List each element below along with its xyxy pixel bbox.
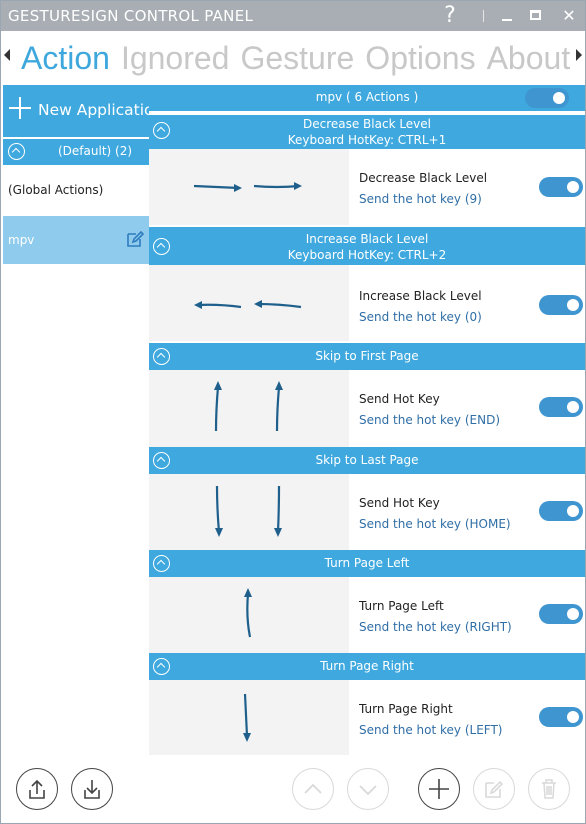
gesture-preview <box>149 680 349 755</box>
title-bar-divider <box>483 10 484 22</box>
gesture-preview <box>149 474 349 550</box>
action-enabled-toggle[interactable] <box>539 177 583 197</box>
edit-icon <box>485 780 504 798</box>
action-title: Decrease Black Level <box>302 117 432 131</box>
title-bar[interactable]: GESTURESIGN CONTROL PANEL ? ✕ <box>1 1 585 31</box>
action-enabled-toggle[interactable] <box>539 397 583 417</box>
action-hotkey: Keyboard HotKey: CTRL+1 <box>287 133 447 147</box>
collapse-icon[interactable] <box>8 143 25 160</box>
application-enabled-toggle[interactable] <box>525 88 569 108</box>
plus-icon <box>9 97 31 119</box>
action-row[interactable]: Turn Page Left Send the hot key (RIGHT) <box>149 577 585 653</box>
gesture-preview <box>149 370 349 447</box>
chevron-down-icon <box>359 785 377 796</box>
tab-ignored[interactable]: Ignored <box>121 38 230 78</box>
gesture-preview <box>149 265 349 341</box>
help-button[interactable]: ? <box>437 1 463 31</box>
action-enabled-toggle[interactable] <box>539 501 583 521</box>
tab-gesture[interactable]: Gesture <box>240 38 354 78</box>
app-item-mpv[interactable]: mpv <box>3 216 149 264</box>
action-header-turn-page-left[interactable]: Turn Page Left <box>149 550 585 577</box>
upload-icon <box>29 779 45 799</box>
move-down-button[interactable] <box>347 768 389 810</box>
application-header: mpv ( 6 Actions ) <box>149 85 585 111</box>
action-enabled-toggle[interactable] <box>539 707 583 727</box>
chevron-up-icon <box>304 783 322 794</box>
maximize-button[interactable] <box>521 1 551 31</box>
tab-about[interactable]: About <box>487 38 571 78</box>
add-action-button[interactable] <box>418 768 460 810</box>
new-application-button[interactable]: New Application <box>3 85 163 137</box>
action-title: Turn Page Left <box>324 556 410 570</box>
action-title: Skip to First Page <box>315 349 419 363</box>
action-command: Send the hot key (RIGHT) <box>359 620 512 634</box>
trash-icon <box>542 779 556 799</box>
gesture-right-right-icon <box>193 182 302 192</box>
action-row[interactable]: Increase Black Level Send the hot key (0… <box>149 265 585 341</box>
window-title: GESTURESIGN CONTROL PANEL <box>8 7 254 25</box>
action-header-turn-page-right[interactable]: Turn Page Right <box>149 653 585 680</box>
gesture-preview <box>149 577 349 653</box>
application-header-label: mpv ( 6 Actions ) <box>315 90 419 104</box>
move-up-button[interactable] <box>292 768 334 810</box>
gesture-preview <box>149 149 349 225</box>
tab-action[interactable]: Action <box>21 38 110 78</box>
maximize-icon <box>530 10 541 20</box>
tab-bar: Action Ignored Gesture Options About <box>1 31 585 83</box>
gesture-down-down-icon <box>215 485 282 537</box>
tab-scroll-right-icon[interactable] <box>576 49 582 61</box>
delete-action-button[interactable] <box>528 768 570 810</box>
close-button[interactable]: ✕ <box>554 1 584 31</box>
app-item-label: (Global Actions) <box>8 183 104 197</box>
tab-strip: Action Ignored Gesture Options About <box>21 38 573 82</box>
gesture-left-left-icon <box>194 300 302 309</box>
minimize-button[interactable] <box>492 1 522 31</box>
tab-options[interactable]: Options <box>365 38 475 78</box>
edit-action-button[interactable] <box>473 768 515 810</box>
action-row[interactable]: Send Hot Key Send the hot key (END) <box>149 370 585 447</box>
action-header-skip-to-last-page[interactable]: Skip to Last Page <box>149 447 585 474</box>
edit-icon[interactable] <box>125 229 145 249</box>
export-button[interactable] <box>16 768 58 810</box>
action-name: Increase Black Level <box>359 289 482 303</box>
plus-icon <box>429 779 449 799</box>
new-application-label: New Application <box>38 101 164 119</box>
action-command: Send the hot key (9) <box>359 192 482 206</box>
action-row[interactable]: Send Hot Key Send the hot key (HOME) <box>149 474 585 550</box>
action-header-decrease-black-level[interactable]: Decrease Black Level Keyboard HotKey: CT… <box>149 115 585 149</box>
gesture-up-icon <box>244 588 252 638</box>
control-panel-window: GESTURESIGN CONTROL PANEL ? ✕ Action Igno… <box>0 0 586 824</box>
app-item-global-actions[interactable]: (Global Actions) <box>3 166 149 214</box>
action-header-increase-black-level[interactable]: Increase Black Level Keyboard HotKey: CT… <box>149 227 585 265</box>
action-name: Turn Page Left <box>359 599 444 613</box>
action-command: Send the hot key (HOME) <box>359 517 511 531</box>
action-title: Turn Page Right <box>320 659 414 673</box>
action-name: Decrease Black Level <box>359 171 488 185</box>
action-hotkey: Keyboard HotKey: CTRL+2 <box>287 248 447 262</box>
tab-scroll-left-icon[interactable] <box>4 49 10 61</box>
action-name: Send Hot Key <box>359 496 440 510</box>
action-title: Skip to Last Page <box>315 453 419 467</box>
action-enabled-toggle[interactable] <box>539 604 583 624</box>
app-item-label: mpv <box>8 233 35 247</box>
gesture-up-up-icon <box>214 381 283 432</box>
minimize-icon <box>502 19 512 21</box>
action-command: Send the hot key (LEFT) <box>359 723 503 737</box>
action-row[interactable]: Decrease Black Level Send the hot key (9… <box>149 149 585 225</box>
gesture-down-icon <box>243 693 251 742</box>
action-name: Send Hot Key <box>359 392 440 406</box>
import-button[interactable] <box>71 768 113 810</box>
application-group-header[interactable]: (Default) (2) <box>3 139 149 165</box>
action-command: Send the hot key (0) <box>359 310 482 324</box>
action-header-skip-to-first-page[interactable]: Skip to First Page <box>149 343 585 370</box>
action-row[interactable]: Turn Page Right Send the hot key (LEFT) <box>149 680 585 755</box>
action-enabled-toggle[interactable] <box>539 295 583 315</box>
action-name: Turn Page Right <box>359 702 453 716</box>
group-label: (Default) (2) <box>58 144 133 158</box>
action-command: Send the hot key (END) <box>359 413 500 427</box>
action-title: Increase Black Level <box>305 232 429 246</box>
download-icon <box>84 780 100 799</box>
